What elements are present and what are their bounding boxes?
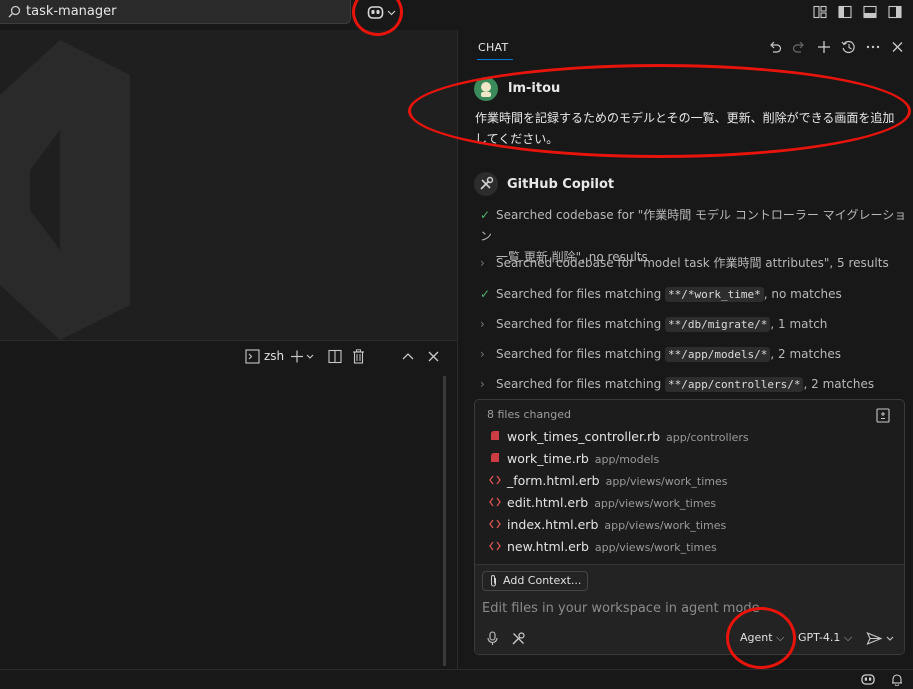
- vscode-watermark-logo: [0, 40, 130, 340]
- history-icon[interactable]: [841, 40, 856, 54]
- terminal-scrollbar[interactable]: [443, 376, 446, 666]
- new-chat-plus-icon[interactable]: [817, 40, 831, 54]
- toggle-primary-sidebar-icon[interactable]: [838, 5, 852, 19]
- ruby-icon: [489, 451, 507, 466]
- tab-chat[interactable]: CHAT: [478, 41, 509, 54]
- code-icon: [489, 473, 507, 488]
- close-chat-icon[interactable]: [891, 40, 904, 54]
- send-icon: [866, 631, 883, 646]
- toggle-panel-icon[interactable]: [863, 5, 877, 19]
- check-icon: ✓: [480, 287, 491, 301]
- changed-file-row[interactable]: work_times_controller.rb app/controllers: [489, 429, 749, 451]
- search-icon: [8, 5, 21, 18]
- assistant-name: GitHub Copilot: [507, 177, 615, 192]
- chevron-right-icon: ›: [480, 317, 485, 331]
- ruby-icon: [489, 429, 507, 444]
- terminal-shell-label[interactable]: zsh: [264, 349, 284, 363]
- changed-file-row[interactable]: index.html.erb app/views/work_times: [489, 517, 726, 539]
- workspace-name: task-manager: [26, 4, 117, 19]
- chevron-down-icon: [886, 636, 894, 641]
- send-button[interactable]: [866, 631, 898, 646]
- editor-area: [0, 30, 457, 340]
- close-panel-icon[interactable]: [427, 349, 440, 364]
- chevron-right-icon: ›: [480, 377, 485, 391]
- changed-file-row[interactable]: _form.html.erb app/views/work_times: [489, 473, 727, 495]
- command-center-search[interactable]: task-manager: [0, 0, 351, 24]
- chevron-right-icon: ›: [480, 347, 485, 361]
- changed-file-row[interactable]: work_time.rb app/models: [489, 451, 659, 473]
- view-all-edits-icon[interactable]: [876, 408, 890, 423]
- chevron-right-icon: ›: [480, 256, 485, 270]
- check-icon: ✓: [480, 208, 491, 222]
- chat-input-container: 8 files changed work_times_controller.rb…: [474, 399, 905, 655]
- step-search-files-4[interactable]: › Searched for files matching **/app/cont…: [480, 374, 874, 395]
- notifications-bell-icon[interactable]: [891, 673, 903, 686]
- title-bar: task-manager: [0, 0, 913, 30]
- step-search-files-2[interactable]: › Searched for files matching **/db/migra…: [480, 314, 827, 335]
- terminal-panel: zsh: [0, 340, 457, 669]
- chevron-down-icon: ⌵: [843, 631, 853, 644]
- chat-input-field[interactable]: Edit files in your workspace in agent mo…: [482, 601, 760, 616]
- microphone-icon[interactable]: [487, 631, 498, 646]
- configure-tools-icon[interactable]: [511, 631, 526, 646]
- more-actions-icon[interactable]: [866, 40, 880, 54]
- step-search-files-1[interactable]: ✓ Searched for files matching **/*work_ti…: [480, 284, 842, 305]
- model-picker[interactable]: GPT-4.1 ⌵: [798, 631, 852, 645]
- files-changed-header: 8 files changed: [487, 408, 571, 421]
- undo-icon[interactable]: [768, 40, 782, 54]
- redo-icon[interactable]: [792, 40, 806, 54]
- terminal-icon: [245, 349, 260, 364]
- active-tab-indicator: [477, 59, 513, 60]
- model-label: GPT-4.1: [798, 631, 841, 644]
- copilot-status-icon[interactable]: [861, 673, 875, 686]
- customize-layout-icon[interactable]: [813, 5, 827, 19]
- add-context-label: Add Context...: [503, 574, 582, 587]
- new-terminal-button[interactable]: [290, 349, 316, 364]
- split-terminal-icon[interactable]: [328, 349, 342, 364]
- code-icon: [489, 517, 507, 532]
- step-search-codebase-2[interactable]: › Searched codebase for "model task 作業時間 …: [480, 253, 889, 274]
- changed-file-row[interactable]: edit.html.erb app/views/work_times: [489, 495, 716, 517]
- annotation-circle-agent-mode: [726, 607, 796, 669]
- toggle-secondary-sidebar-icon[interactable]: [888, 5, 902, 19]
- tools-icon: [474, 172, 498, 196]
- step-search-files-3[interactable]: › Searched for files matching **/app/mode…: [480, 344, 841, 365]
- trash-icon[interactable]: [352, 349, 365, 364]
- add-context-button[interactable]: Add Context...: [482, 571, 589, 591]
- code-icon: [489, 539, 507, 554]
- paperclip-icon: [489, 574, 498, 587]
- chat-input-area: Add Context... Edit files in your worksp…: [475, 564, 904, 654]
- annotation-circle-user-message: [408, 64, 911, 158]
- status-bar: [0, 669, 913, 689]
- maximize-panel-chevron-up-icon[interactable]: [401, 349, 415, 364]
- code-icon: [489, 495, 507, 510]
- changed-file-row[interactable]: new.html.erb app/views/work_times: [489, 539, 717, 561]
